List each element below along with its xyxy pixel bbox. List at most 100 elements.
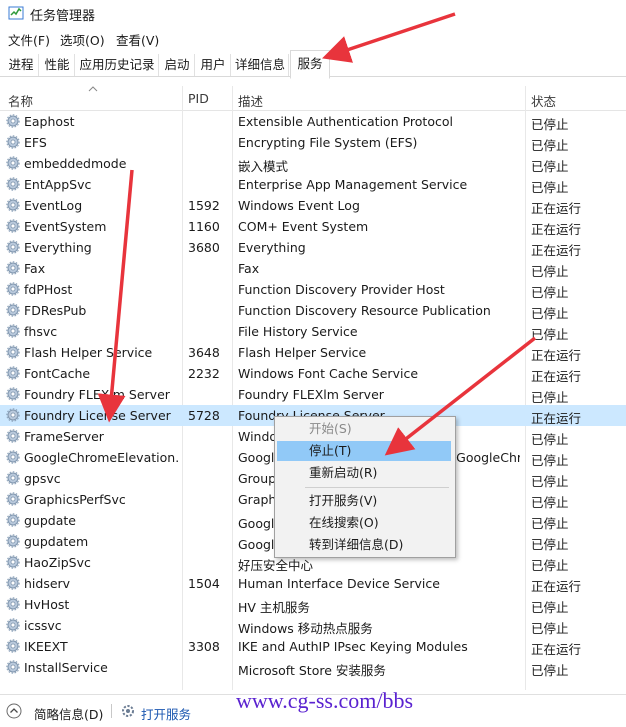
service-description: Human Interface Device Service — [238, 576, 440, 591]
tab-details[interactable]: 详细信息 — [232, 54, 289, 76]
service-description: Windows Event Log — [238, 198, 360, 213]
table-row[interactable]: Eaphost Extensible Authentication Protoco… — [0, 111, 626, 132]
service-description: Function Discovery Provider Host — [238, 282, 445, 297]
service-status: 正在运行 — [531, 222, 582, 237]
service-name: Fax — [24, 261, 46, 276]
menu-item-go-to-details[interactable]: 转到详细信息(D) — [277, 535, 451, 555]
tab-services[interactable]: 服务 — [290, 50, 330, 79]
fewer-details-link[interactable]: 简略信息(D) — [34, 704, 103, 723]
service-name: Eaphost — [24, 114, 75, 129]
table-row[interactable]: hidserv 1504 Human Interface Device Servic… — [0, 573, 626, 594]
service-name: Flash Helper Service — [24, 345, 153, 360]
column-header: 名称 PID 描述 状态 — [0, 86, 626, 111]
table-row[interactable]: Flash Helper Service 3648 Flash Helper Ser… — [0, 342, 626, 363]
menu-item-start[interactable]: 开始(S) — [277, 419, 451, 439]
column-description[interactable]: 描述 — [238, 91, 263, 110]
service-pid: 3308 — [188, 639, 220, 654]
service-status: 已停止 — [531, 432, 569, 447]
service-status: 已停止 — [531, 453, 569, 468]
service-description: Function Discovery Resource Publication — [238, 303, 491, 318]
table-row[interactable]: embeddedmode 嵌入模式 已停止 — [0, 153, 626, 174]
service-status: 已停止 — [531, 663, 569, 678]
table-row[interactable]: icssvc Windows 移动热点服务 已停止 — [0, 615, 626, 636]
table-row[interactable]: Foundry FLEXlm Server Foundry FLEXlm Serv… — [0, 384, 626, 405]
table-row[interactable]: IKEEXT 3308 IKE and AuthIP IPsec Keying Mo… — [0, 636, 626, 657]
service-description: File History Service — [238, 324, 358, 339]
sort-ascending-icon — [88, 86, 98, 92]
service-gear-icon — [6, 198, 20, 212]
service-pid: 1504 — [188, 576, 220, 591]
service-status: 已停止 — [531, 600, 569, 615]
table-row[interactable]: EntAppSvc Enterprise App Management Servi… — [0, 174, 626, 195]
service-name: icssvc — [24, 618, 62, 633]
service-gear-icon — [6, 240, 20, 254]
service-status: 正在运行 — [531, 369, 582, 384]
menu-file[interactable]: 文件(F) — [8, 30, 50, 49]
service-pid: 5728 — [188, 408, 220, 423]
service-description: COM+ Event System — [238, 219, 369, 234]
open-services-link[interactable]: 打开服务 — [141, 704, 191, 723]
service-gear-icon — [6, 429, 20, 443]
tab-startup[interactable]: 启动 — [160, 54, 195, 76]
tab-app-history[interactable]: 应用历史记录 — [76, 54, 159, 76]
service-gear-icon — [6, 450, 20, 464]
column-name[interactable]: 名称 — [8, 91, 33, 110]
table-row[interactable]: EventLog 1592 Windows Event Log 正在运行 — [0, 195, 626, 216]
window-title: 任务管理器 — [30, 9, 96, 24]
tab-performance[interactable]: 性能 — [40, 54, 75, 76]
service-name: gpsvc — [24, 471, 61, 486]
table-row[interactable]: FontCache 2232 Windows Font Cache Service 正… — [0, 363, 626, 384]
service-status: 已停止 — [531, 621, 569, 636]
service-status: 正在运行 — [531, 579, 582, 594]
service-name: fdPHost — [24, 282, 73, 297]
service-gear-icon — [6, 597, 20, 611]
service-status: 正在运行 — [531, 642, 582, 657]
service-description: Everything — [238, 240, 306, 255]
column-pid[interactable]: PID — [188, 91, 209, 106]
service-status: 正在运行 — [531, 411, 582, 426]
service-name: HvHost — [24, 597, 70, 612]
table-row[interactable]: EFS Encrypting File System (EFS) 已停止 — [0, 132, 626, 153]
service-name: fhsvc — [24, 324, 58, 339]
service-gear-icon — [6, 555, 20, 569]
table-row[interactable]: InstallService Microsoft Store 安装服务 已停止 — [0, 657, 626, 678]
service-gear-icon — [6, 576, 20, 590]
table-row[interactable]: fdPHost Function Discovery Provider Host 已… — [0, 279, 626, 300]
menu-bar: 文件(F) 选项(O) 查看(V) — [0, 28, 626, 48]
service-description: Encrypting File System (EFS) — [238, 135, 418, 150]
service-pid: 2232 — [188, 366, 220, 381]
menu-view[interactable]: 查看(V) — [116, 30, 159, 49]
tab-users[interactable]: 用户 — [196, 54, 231, 76]
service-status: 已停止 — [531, 180, 569, 195]
collapse-chevron-icon[interactable] — [6, 703, 22, 719]
menu-options[interactable]: 选项(O) — [60, 30, 105, 49]
service-gear-icon — [6, 219, 20, 233]
table-row[interactable]: FDResPub Function Discovery Resource Publ… — [0, 300, 626, 321]
menu-item-search-online[interactable]: 在线搜索(O) — [277, 513, 451, 533]
table-row[interactable]: Fax Fax 已停止 — [0, 258, 626, 279]
service-description: 嵌入模式 — [238, 159, 289, 174]
service-name: gupdate — [24, 513, 76, 528]
tab-strip: 进程 性能 应用历史记录 启动 用户 详细信息 服务 — [0, 50, 626, 79]
gear-icon — [122, 705, 134, 717]
service-status: 已停止 — [531, 117, 569, 132]
service-name: InstallService — [24, 660, 108, 675]
column-status[interactable]: 状态 — [531, 91, 556, 110]
table-row[interactable]: HvHost HV 主机服务 已停止 — [0, 594, 626, 615]
service-gear-icon — [6, 114, 20, 128]
service-description: Extensible Authentication Protocol — [238, 114, 453, 129]
table-row[interactable]: fhsvc File History Service 已停止 — [0, 321, 626, 342]
menu-item-stop[interactable]: 停止(T) — [277, 441, 451, 461]
table-row[interactable]: Everything 3680 Everything 正在运行 — [0, 237, 626, 258]
service-status: 正在运行 — [531, 348, 582, 363]
service-status: 已停止 — [531, 558, 569, 573]
service-gear-icon — [6, 261, 20, 275]
service-name: GraphicsPerfSvc — [24, 492, 126, 507]
service-name: Foundry FLEXlm Server — [24, 387, 170, 402]
menu-item-restart[interactable]: 重新启动(R) — [277, 463, 451, 483]
menu-item-open-services[interactable]: 打开服务(V) — [277, 491, 451, 511]
service-description: Fax — [238, 261, 260, 276]
service-name: FontCache — [24, 366, 91, 381]
table-row[interactable]: EventSystem 1160 COM+ Event System 正在运行 — [0, 216, 626, 237]
tab-processes[interactable]: 进程 — [4, 54, 39, 76]
